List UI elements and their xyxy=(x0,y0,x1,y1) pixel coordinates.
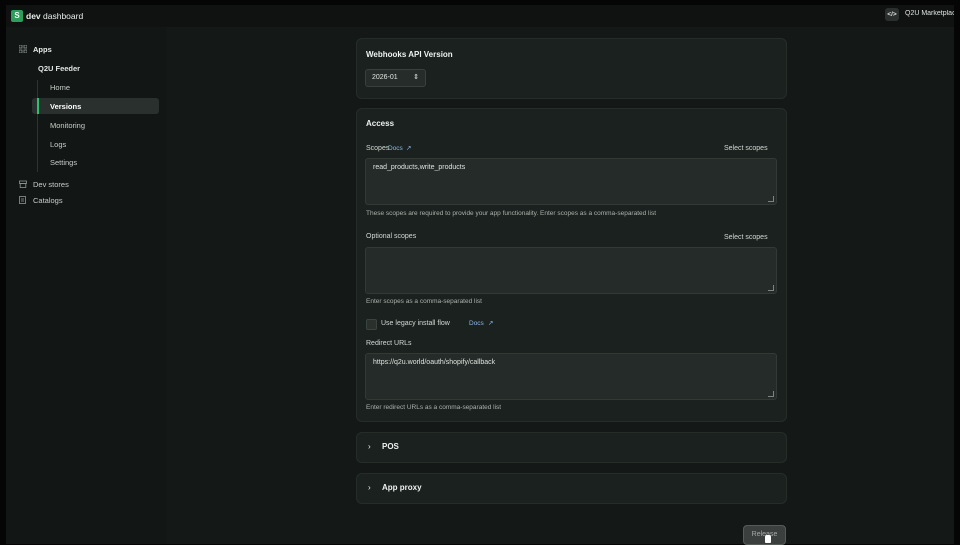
chevron-right-icon[interactable]: › xyxy=(368,483,371,492)
optional-select-scopes-link[interactable]: Select scopes xyxy=(724,234,768,241)
sidebar-item-monitoring[interactable]: Monitoring xyxy=(50,121,85,130)
app-proxy-title[interactable]: App proxy xyxy=(382,483,422,492)
sidebar-item-settings[interactable]: Settings xyxy=(50,158,77,167)
webhooks-version-select[interactable]: 2026-01 ⇕ xyxy=(365,69,426,87)
code-icon[interactable]: </> xyxy=(885,8,899,21)
redirect-urls-value: https://q2u.world/oauth/shopify/callback xyxy=(373,359,496,366)
resize-grip-icon[interactable] xyxy=(768,391,774,397)
scopes-help: These scopes are required to provide you… xyxy=(366,210,657,217)
access-title: Access xyxy=(366,119,395,128)
external-link-icon[interactable]: ↗ xyxy=(488,319,493,327)
sidebar-item-home[interactable]: Home xyxy=(50,83,70,92)
nav-tree-line xyxy=(37,80,38,172)
sidebar-item-dev-stores[interactable]: Dev stores xyxy=(33,180,69,189)
apps-icon xyxy=(18,44,28,54)
legacy-docs-link[interactable]: Docs xyxy=(469,320,484,327)
webhooks-title: Webhooks API Version xyxy=(366,50,453,59)
store-switcher-label[interactable]: Q2U Marketplace xyxy=(905,10,954,17)
scopes-textarea[interactable]: read_products,write_products xyxy=(365,158,777,205)
brand-rest: dashboard xyxy=(40,11,84,21)
scopes-value: read_products,write_products xyxy=(373,164,466,171)
chevron-right-icon[interactable]: › xyxy=(368,442,371,451)
hand-cursor-icon xyxy=(765,535,771,543)
optional-scopes-help: Enter scopes as a comma-separated list xyxy=(366,298,482,305)
selected-indicator xyxy=(37,98,39,114)
redirect-urls-label: Redirect URLs xyxy=(366,340,412,347)
sidebar-item-app-name[interactable]: Q2U Feeder xyxy=(38,64,80,73)
shopify-logo-icon: S xyxy=(11,10,23,22)
webhooks-version-value: 2026-01 xyxy=(372,74,398,81)
scopes-label: Scopes xyxy=(366,145,390,152)
redirect-urls-textarea[interactable]: https://q2u.world/oauth/shopify/callback xyxy=(365,353,777,400)
scopes-docs-link[interactable]: Docs xyxy=(388,145,403,152)
pos-title[interactable]: POS xyxy=(382,442,399,451)
brand-title: dev dashboard xyxy=(26,11,83,21)
optional-scopes-label: Optional scopes xyxy=(366,233,417,240)
redirect-urls-help: Enter redirect URLs as a comma-separated… xyxy=(366,404,502,411)
legacy-install-checkbox[interactable] xyxy=(366,319,377,330)
external-link-icon[interactable]: ↗ xyxy=(406,144,411,152)
sidebar-item-catalogs[interactable]: Catalogs xyxy=(33,196,63,205)
store-icon xyxy=(19,180,27,188)
catalog-icon xyxy=(19,196,27,204)
sidebar-item-logs[interactable]: Logs xyxy=(50,140,66,149)
top-bar: S dev dashboard xyxy=(6,5,954,27)
brand-bold: dev xyxy=(26,11,41,21)
select-caret-icon: ⇕ xyxy=(413,74,419,81)
legacy-install-label[interactable]: Use legacy install flow xyxy=(381,320,450,327)
pos-section[interactable] xyxy=(356,432,787,463)
sidebar-item-apps[interactable]: Apps xyxy=(33,45,52,54)
sidebar-item-versions[interactable]: Versions xyxy=(50,102,81,111)
select-scopes-link[interactable]: Select scopes xyxy=(724,145,768,152)
resize-grip-icon[interactable] xyxy=(768,196,774,202)
optional-scopes-textarea[interactable] xyxy=(365,247,777,294)
resize-grip-icon[interactable] xyxy=(768,285,774,291)
